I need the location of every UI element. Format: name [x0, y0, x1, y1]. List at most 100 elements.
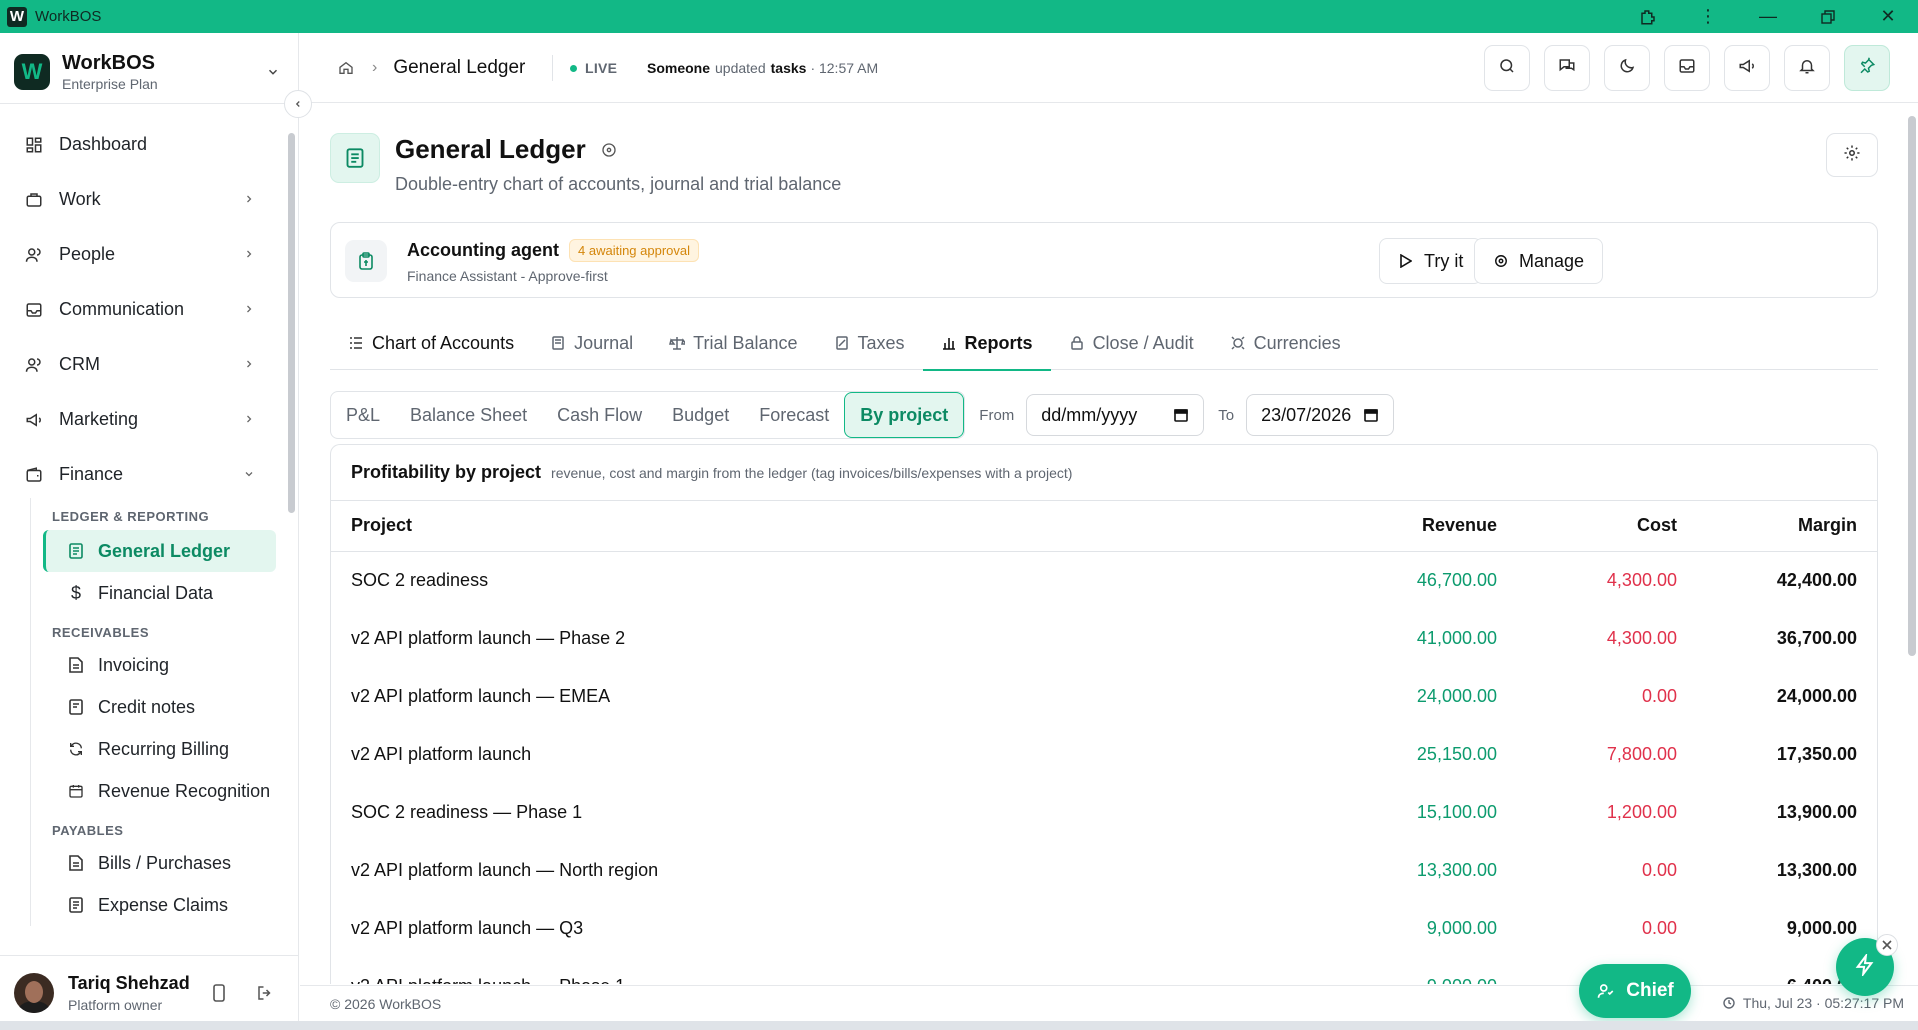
sidebar-item-communication[interactable]: Communication: [0, 282, 290, 337]
sidebar-item-bills-purchases[interactable]: Bills / Purchases: [43, 842, 276, 884]
sidebar-item-finance[interactable]: Finance: [0, 447, 290, 502]
revenue-cell: 24,000.00: [1416, 685, 1497, 706]
list-icon: [348, 335, 364, 351]
inbox-button[interactable]: [1664, 45, 1710, 91]
restore-button[interactable]: [1798, 0, 1858, 33]
chief-assistant-button[interactable]: Chief: [1579, 964, 1691, 1018]
sidebar-item-credit-notes[interactable]: Credit notes: [43, 686, 276, 728]
inbox-icon: [1678, 57, 1696, 80]
subtab-pnl[interactable]: P&L: [331, 392, 395, 438]
table-row[interactable]: SOC 2 readiness 46,700.00 4,300.00 42,400.0…: [331, 551, 1877, 609]
tab-chart-of-accounts[interactable]: Chart of Accounts: [330, 316, 532, 370]
activity-feed[interactable]: Someone updated tasks · 12:57 AM: [647, 33, 878, 103]
column-header-revenue[interactable]: Revenue: [1337, 501, 1497, 552]
window-title: WorkBOS: [35, 8, 102, 25]
sidebar-item-work[interactable]: Work: [0, 172, 290, 227]
settings-button[interactable]: [1826, 133, 1878, 177]
subtab-budget[interactable]: Budget: [657, 392, 744, 438]
sidebar-item-recurring-billing[interactable]: Recurring Billing: [43, 728, 276, 770]
tab-reports[interactable]: Reports: [922, 316, 1051, 371]
subtab-by-project[interactable]: By project: [844, 392, 965, 438]
help-icon[interactable]: [600, 141, 618, 159]
table-row[interactable]: v2 API platform launch — EMEA 24,000.00 0.…: [331, 667, 1877, 725]
margin-cell: 36,700.00: [1776, 627, 1857, 648]
sidebar-item-revenue-recognition[interactable]: Revenue Recognition: [43, 770, 276, 812]
chat-button[interactable]: [1544, 45, 1590, 91]
announcements-button[interactable]: [1724, 45, 1770, 91]
document-icon: [68, 854, 84, 872]
to-date-input[interactable]: 23/07/2026: [1246, 394, 1395, 436]
extensions-icon[interactable]: [1618, 0, 1678, 33]
sidebar-item-dashboard[interactable]: Dashboard: [0, 117, 290, 172]
sidebar-item-label: Financial Data: [98, 582, 214, 603]
table-row[interactable]: v2 API platform launch — Phase 2 41,000.0…: [331, 609, 1877, 667]
home-icon[interactable]: [336, 58, 356, 78]
clock: Thu, Jul 23 · 05:27:17 PM: [1722, 995, 1904, 1011]
copyright: © 2026 WorkBOS: [330, 995, 442, 1012]
margin-cell: 17,350.00: [1776, 743, 1857, 764]
receipt-icon: [68, 698, 84, 716]
user-profile[interactable]: Tariq Shehzad Platform owner: [0, 955, 299, 1030]
tab-close-audit[interactable]: Close / Audit: [1051, 316, 1212, 370]
try-it-button[interactable]: Try it: [1379, 238, 1483, 284]
subtab-balance-sheet[interactable]: Balance Sheet: [395, 392, 542, 438]
column-header-project[interactable]: Project: [331, 501, 1337, 552]
chevron-right-icon: [240, 355, 258, 373]
collapse-sidebar-button[interactable]: [284, 90, 312, 118]
margin-cell: 24,000.00: [1776, 685, 1857, 706]
subtab-forecast[interactable]: Forecast: [744, 392, 844, 438]
manage-button[interactable]: Manage: [1474, 238, 1604, 284]
sidebar-item-marketing[interactable]: Marketing: [0, 392, 290, 447]
tab-currencies[interactable]: Currencies: [1212, 316, 1359, 370]
theme-toggle-button[interactable]: [1604, 45, 1650, 91]
sidebar-item-label: Finance: [59, 464, 124, 484]
sidebar-item-expense-claims[interactable]: Expense Claims: [43, 884, 276, 926]
document-icon: [68, 656, 84, 674]
chevron-down-icon: [262, 61, 284, 83]
device-icon[interactable]: [209, 983, 229, 1003]
sidebar-item-label: Credit notes: [98, 696, 196, 717]
notifications-button[interactable]: [1784, 45, 1830, 91]
calendar-icon[interactable]: [1363, 407, 1379, 423]
bell-icon: [1798, 57, 1816, 80]
table-row[interactable]: v2 API platform launch — North region 13,…: [331, 841, 1877, 899]
column-header-margin[interactable]: Margin: [1677, 501, 1877, 552]
main-scrollbar[interactable]: [1906, 104, 1918, 984]
sidebar-item-financial-data[interactable]: $ Financial Data: [43, 572, 276, 614]
more-vertical-icon[interactable]: ⋮: [1678, 0, 1738, 33]
page-title: General Ledger: [395, 134, 618, 165]
chevron-right-icon: [240, 410, 258, 428]
close-icon[interactable]: [1876, 934, 1898, 956]
table-row[interactable]: SOC 2 readiness — Phase 1 15,100.00 1,200.…: [331, 783, 1877, 841]
column-header-cost[interactable]: Cost: [1497, 501, 1677, 552]
sidebar-item-label: General Ledger: [98, 540, 231, 561]
table-row[interactable]: v2 API platform launch 25,150.00 7,800.00 1…: [331, 725, 1877, 783]
search-button[interactable]: [1484, 45, 1530, 91]
sidebar-scrollbar[interactable]: [287, 113, 295, 983]
gear-icon: [1493, 253, 1509, 269]
workspace-switcher[interactable]: W WorkBOS Enterprise Plan: [14, 47, 284, 97]
from-date-input[interactable]: dd/mm/yyyy: [1026, 394, 1205, 436]
project-cell: v2 API platform launch — North region: [351, 859, 659, 880]
sidebar-item-crm[interactable]: CRM: [0, 337, 290, 392]
revenue-cell: 13,300.00: [1416, 859, 1497, 880]
sidebar-item-invoicing[interactable]: Invoicing: [43, 644, 276, 686]
revenue-cell: 41,000.00: [1416, 627, 1497, 648]
minimize-button[interactable]: —: [1738, 0, 1798, 33]
calendar-icon[interactable]: [1173, 407, 1189, 423]
tab-trial-balance[interactable]: Trial Balance: [651, 316, 815, 370]
sidebar-item-general-ledger[interactable]: General Ledger: [43, 530, 276, 572]
sidebar-item-people[interactable]: People: [0, 227, 290, 282]
approval-badge[interactable]: 4 awaiting approval: [569, 239, 700, 262]
from-label: From: [979, 406, 1015, 424]
tab-taxes[interactable]: Taxes: [816, 316, 923, 370]
close-window-button[interactable]: ✕: [1858, 0, 1918, 33]
chevron-down-icon: [240, 465, 258, 483]
tab-journal[interactable]: Journal: [532, 316, 651, 370]
logout-icon[interactable]: [255, 983, 275, 1003]
page-title-text: General Ledger: [395, 134, 586, 164]
ledger-icon: [330, 133, 380, 183]
subtab-cash-flow[interactable]: Cash Flow: [542, 392, 657, 438]
pin-button[interactable]: [1844, 45, 1890, 91]
table-row[interactable]: v2 API platform launch — Q3 9,000.00 0.00 9…: [331, 899, 1877, 957]
